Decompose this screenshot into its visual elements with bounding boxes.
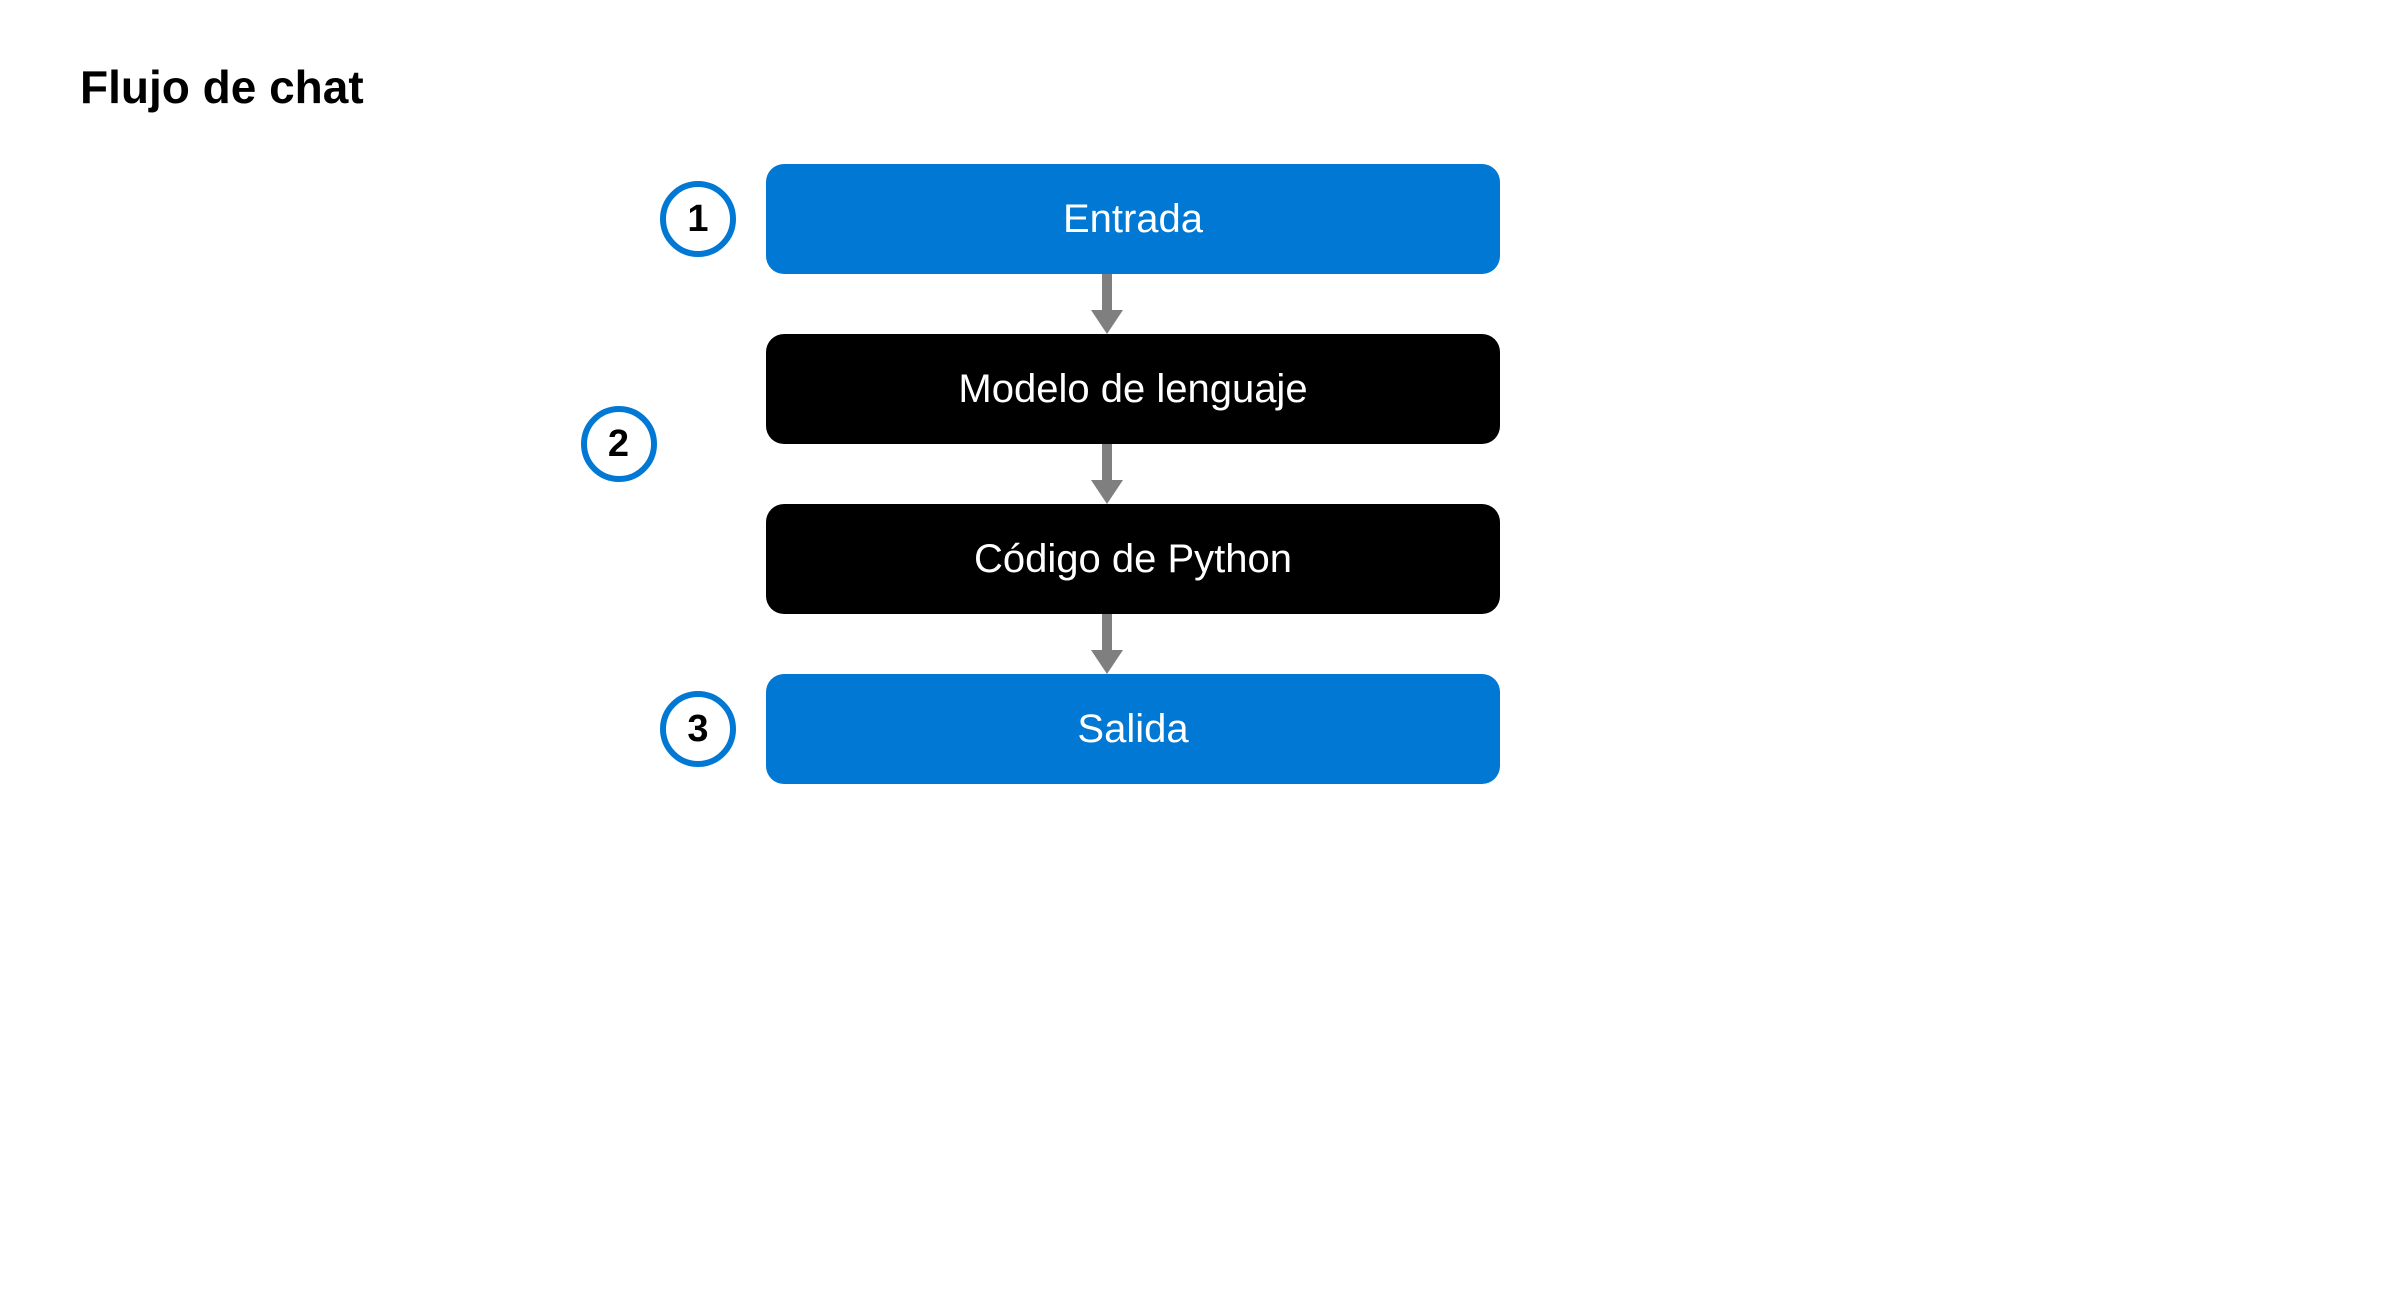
arrow-head-icon <box>1091 650 1123 674</box>
flow-node-entrada: Entrada <box>766 164 1500 274</box>
flow-row-4: 3 Salida <box>660 674 1500 784</box>
number-placeholder <box>660 521 736 597</box>
step-number-2: 2 <box>581 406 657 482</box>
flow-node-salida: Salida <box>766 674 1500 784</box>
arrow-2-container: 2 <box>687 444 1527 504</box>
flow-node-codigo: Código de Python <box>766 504 1500 614</box>
flow-row-1: 1 Entrada <box>660 164 1500 274</box>
flow-row-2: Modelo de lenguaje <box>660 334 1500 444</box>
flow-node-modelo: Modelo de lenguaje <box>766 334 1500 444</box>
flowchart-container: 1 Entrada Modelo de lenguaje 2 Código de… <box>660 164 1500 784</box>
arrow-head-icon <box>1091 480 1123 504</box>
arrow-3 <box>687 614 1527 674</box>
arrow-1 <box>687 274 1527 334</box>
step-number-3: 3 <box>660 691 736 767</box>
arrow-head-icon <box>1091 310 1123 334</box>
diagram-title: Flujo de chat <box>80 60 2314 114</box>
number-placeholder <box>660 351 736 427</box>
step-number-1: 1 <box>660 181 736 257</box>
flow-row-3: Código de Python <box>660 504 1500 614</box>
